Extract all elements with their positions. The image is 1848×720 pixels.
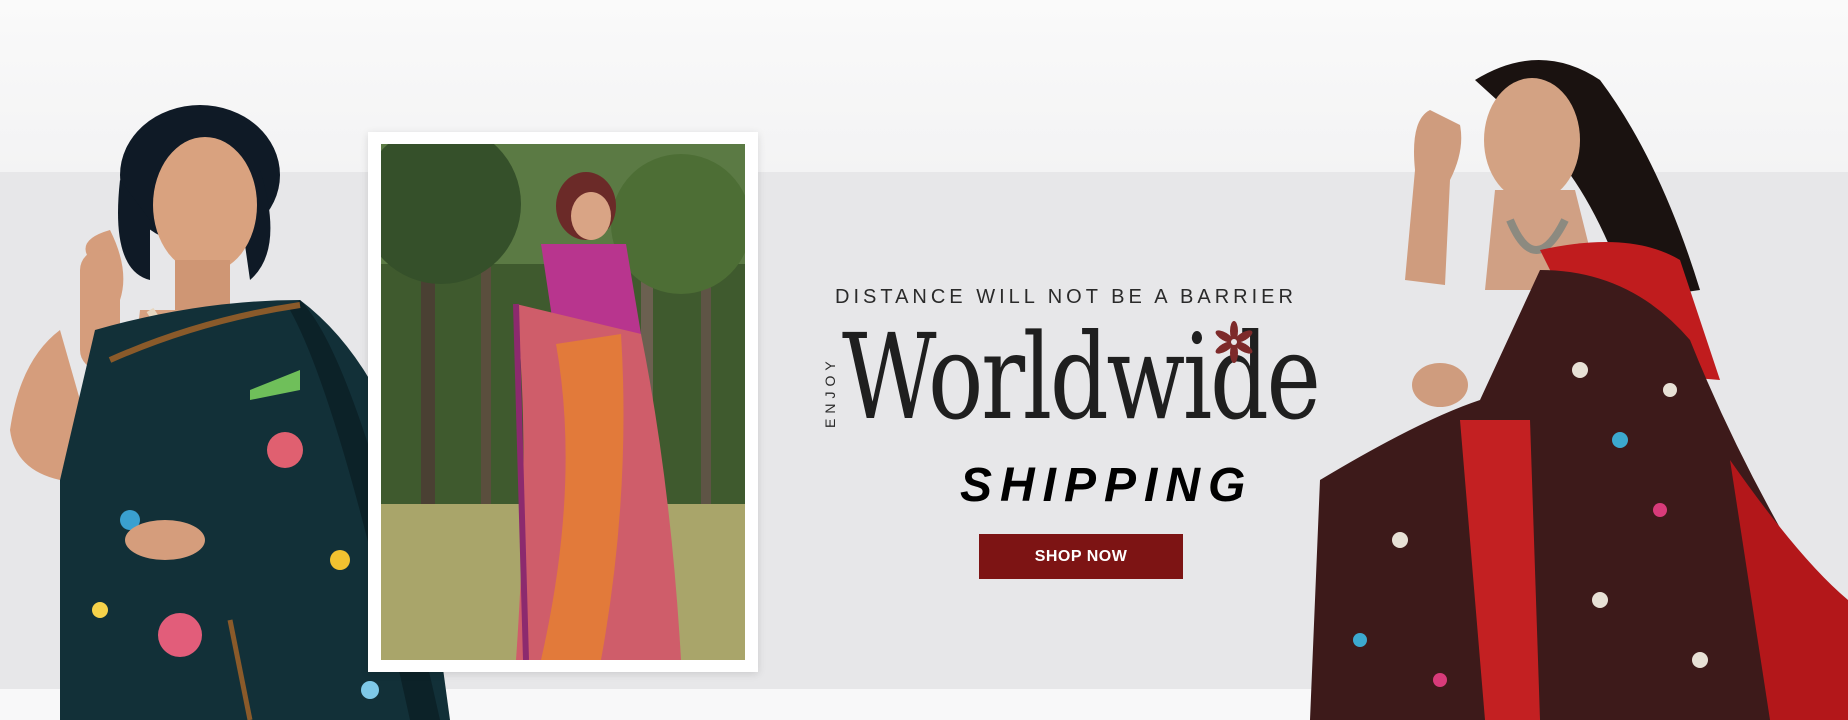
framed-photo [368,132,758,672]
shop-now-button[interactable]: SHOP NOW [979,534,1183,579]
right-model-image [1300,40,1848,720]
enjoy-vertical-label: ENJOY [822,356,838,428]
banner-subheadline: SHIPPING [960,459,1254,512]
flower-icon [1210,318,1258,366]
photo-forest-model [381,144,745,660]
banner-tagline: DISTANCE WILL NOT BE A BARRIER [835,286,1297,308]
